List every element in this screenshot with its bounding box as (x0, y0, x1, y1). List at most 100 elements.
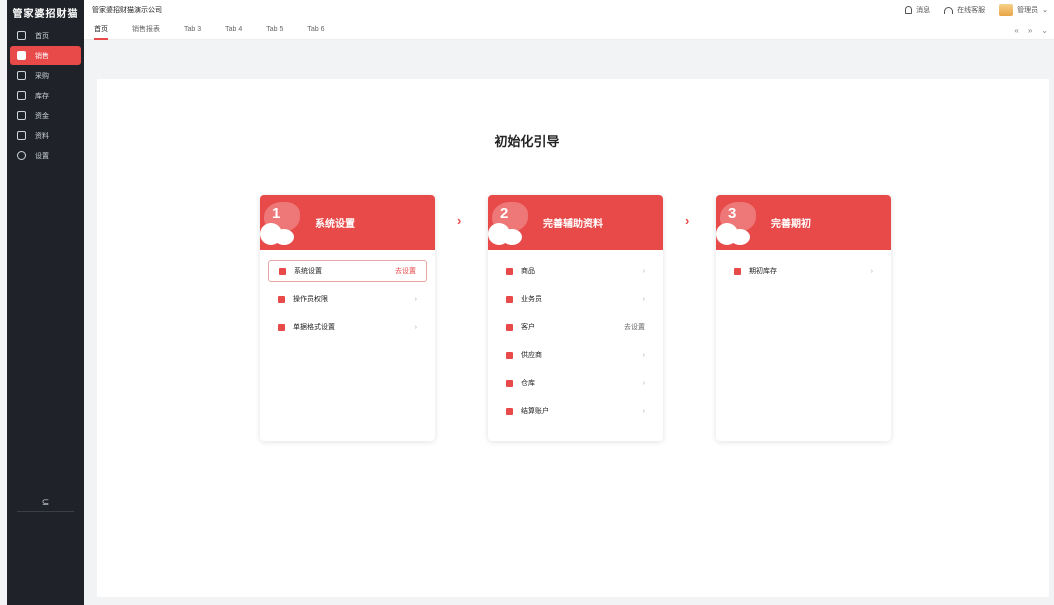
step-card-opening-balance: 3 完善期初 期初库存 › (716, 195, 891, 441)
row-customers[interactable]: 客户 去设置 (496, 316, 655, 338)
chevron-right-icon: › (870, 267, 873, 275)
company-name: 管家婆招财猫演示公司 (92, 7, 162, 14)
sales-icon (17, 51, 26, 60)
row-operator-permissions[interactable]: 操作员权限 › (268, 288, 427, 310)
gear-icon (279, 267, 286, 275)
user-icon (278, 295, 285, 303)
step-number: 1 (272, 205, 281, 222)
row-label: 业务员 (521, 296, 542, 303)
sidebar-item-funds[interactable]: 资金 (7, 106, 84, 125)
sidebar-item-label: 资金 (35, 112, 49, 120)
go-setup-link[interactable]: 去设置 (624, 322, 645, 332)
step-number: 2 (500, 205, 509, 222)
messages-button[interactable]: 消息 (905, 5, 930, 15)
row-label: 单据格式设置 (293, 324, 335, 331)
tab-3[interactable]: Tab 3 (184, 20, 201, 40)
row-label: 期初库存 (749, 268, 777, 275)
go-setup-link[interactable]: 去设置 (395, 266, 416, 276)
sidebar-item-sales[interactable]: 销售 (10, 46, 81, 65)
online-support-button[interactable]: 在线客服 (944, 5, 985, 15)
sidebar: 管家婆招财猫 首页 销售 采购 库存 资金 资料 设置 ⊆ (7, 0, 84, 605)
user-icon (506, 295, 513, 303)
sidebar-item-home[interactable]: 首页 (7, 26, 84, 45)
row-system-settings[interactable]: 系统设置 去设置 (268, 260, 427, 282)
tab-menu-button[interactable]: ⌄ (1041, 26, 1048, 35)
chevron-right-icon: › (642, 379, 645, 387)
chevron-right-icon: › (414, 323, 417, 331)
sidebar-item-label: 库存 (35, 92, 49, 100)
row-salespersons[interactable]: 业务员 › (496, 288, 655, 310)
row-settlement-accounts[interactable]: 结算账户 › (496, 400, 655, 422)
card-header: 3 完善期初 (716, 195, 891, 250)
sidebar-item-label: 设置 (35, 152, 49, 160)
chevron-right-icon: › (642, 407, 645, 415)
card-rows: 期初库存 › (716, 250, 891, 298)
tab-controls: « » ⌄ (1014, 20, 1048, 40)
inventory-icon (734, 267, 741, 275)
step-arrow-icon: › (685, 213, 690, 228)
sidebar-item-inventory[interactable]: 库存 (7, 86, 84, 105)
settings-icon (17, 151, 26, 160)
row-label: 结算账户 (521, 408, 549, 415)
sidebar-item-label: 采购 (35, 72, 49, 80)
tab-sales-report[interactable]: 销售报表 (132, 20, 160, 40)
tab-6[interactable]: Tab 6 (307, 20, 324, 40)
sidebar-item-label: 销售 (35, 52, 49, 60)
warehouse-icon (506, 379, 513, 387)
bell-icon (905, 6, 913, 14)
avatar (999, 4, 1014, 16)
user-name: 管理员 (1017, 7, 1039, 14)
tab-next-button[interactable]: » (1028, 26, 1032, 35)
divider (17, 511, 74, 512)
tab-prev-button[interactable]: « (1014, 26, 1018, 35)
row-label: 系统设置 (294, 268, 322, 275)
card-title: 系统设置 (315, 219, 355, 230)
chevron-right-icon: › (642, 267, 645, 275)
card-rows: 系统设置 去设置 操作员权限 › 单据格式设置 › (260, 250, 435, 354)
wallet-icon (506, 407, 513, 415)
chevron-down-icon: ⌄ (1042, 7, 1048, 14)
purchase-icon (17, 71, 26, 80)
card-header: 2 完善辅助资料 (488, 195, 663, 250)
sidebar-item-purchase[interactable]: 采购 (7, 66, 84, 85)
collapse-sidebar-button[interactable]: ⊆ (7, 494, 84, 511)
tab-bar: 首页 销售报表 Tab 3 Tab 4 Tab 5 Tab 6 (84, 20, 1054, 40)
top-right-actions: 消息 在线客服 管理员 ⌄ (905, 0, 1048, 20)
card-title: 完善期初 (771, 219, 811, 230)
step-card-system-settings: 1 系统设置 系统设置 去设置 操作员权限 › 单据格式设置 › (260, 195, 435, 441)
row-document-format[interactable]: 单据格式设置 › (268, 316, 427, 338)
step-card-auxiliary-data: 2 完善辅助资料 商品 › 业务员 › 客户 去设置 供应商 › 仓库 › 结算账户 › (488, 195, 663, 441)
user-menu[interactable]: 管理员 ⌄ (999, 4, 1048, 16)
row-label: 商品 (521, 268, 535, 275)
row-label: 仓库 (521, 380, 535, 387)
tab-home[interactable]: 首页 (94, 20, 108, 40)
row-warehouse[interactable]: 仓库 › (496, 372, 655, 394)
tab-5[interactable]: Tab 5 (266, 20, 283, 40)
chevron-right-icon: › (642, 295, 645, 303)
messages-label: 消息 (916, 7, 931, 14)
row-opening-inventory[interactable]: 期初库存 › (724, 260, 883, 282)
decor-cloud (274, 229, 294, 245)
tab-4[interactable]: Tab 4 (225, 20, 242, 40)
step-arrow-icon: › (457, 213, 462, 228)
inventory-icon (17, 91, 26, 100)
card-title: 完善辅助资料 (543, 219, 603, 230)
row-products[interactable]: 商品 › (496, 260, 655, 282)
card-header: 1 系统设置 (260, 195, 435, 250)
row-label: 客户 (521, 324, 535, 331)
app-logo: 管家婆招财猫 (12, 9, 79, 20)
chevron-right-icon: › (414, 295, 417, 303)
customers-icon (506, 323, 513, 331)
document-icon (278, 323, 285, 331)
row-label: 操作员权限 (293, 296, 328, 303)
headset-icon (944, 6, 954, 14)
row-suppliers[interactable]: 供应商 › (496, 344, 655, 366)
support-label: 在线客服 (957, 7, 986, 14)
decor-cloud (730, 229, 750, 245)
decor-cloud (502, 229, 522, 245)
row-label: 供应商 (521, 352, 542, 359)
home-icon (17, 31, 26, 40)
card-rows: 商品 › 业务员 › 客户 去设置 供应商 › 仓库 › 结算账户 › (488, 250, 663, 438)
funds-icon (17, 111, 26, 120)
supplier-icon (506, 351, 513, 359)
